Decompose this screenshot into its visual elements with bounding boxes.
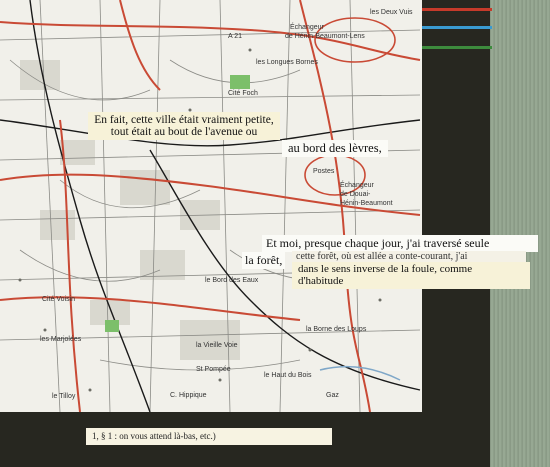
text-strip-3: Et moi, presque chaque jour, j'ai traver… (262, 235, 538, 252)
map-label-borne-loups: la Borne des Loups (306, 326, 367, 333)
map-label-st-pompee: St Pompée (196, 366, 231, 373)
map-label-henin: de Hénin-Beaumont-Lens (285, 33, 365, 40)
text-line-5-over: cette forêt, où est allée a conte-couran… (296, 251, 468, 262)
map-label-postes: Postes (313, 168, 335, 175)
street-map: A 21 Échangeur de Hénin-Beaumont-Lens le… (0, 0, 422, 412)
map-label-cite-foch: Cité Foch (228, 90, 258, 97)
text-strip-1: En fait, cette ville était vraiment peti… (88, 112, 280, 141)
map-label-gaz: Gaz (326, 392, 339, 399)
text-strip-2: au bord des lèvres, (282, 140, 388, 158)
map-label-tilloy: le Tilloy (52, 393, 76, 400)
text-line-3: au bord des lèvres, (288, 141, 382, 155)
text-line-4: Et moi, presque chaque jour, j'ai traver… (266, 236, 490, 250)
text-line-6a: dans le sens inverse de la foule, comme (298, 263, 473, 275)
text-strip-4: la forêt, (242, 252, 286, 269)
green-fabric-panel (490, 0, 550, 467)
map-label-deux-vuis: les Deux Vuis (370, 9, 413, 16)
map-label-echangeur: Échangeur (290, 24, 324, 31)
text-line-6b: d'habitude (298, 274, 344, 287)
map-label-echangeur-2: Échangeur (340, 182, 374, 189)
map-label-marjolees: les Marjolées (40, 336, 82, 343)
map-label-douai: de Douai- (340, 191, 371, 198)
map-label-a21: A 21 (228, 33, 243, 40)
blue-stripe (420, 26, 492, 29)
text-line-2: tout était au bout de l'avenue ou (110, 126, 258, 139)
map-label-cite-voisin: Cité Voisin (42, 296, 76, 303)
map-label-bord-eaux: le Bord des Eaux (205, 277, 259, 284)
green-stripe (420, 46, 492, 49)
map-label-longues: les Longues Bornes (256, 59, 318, 66)
map-label-vieille-voie: la Vieille Voie (196, 342, 238, 349)
red-stripe (420, 8, 492, 11)
footnote-strip: 1, § 1 : on vous attend là-bas, etc.) (86, 428, 332, 445)
map-label-henin-2: Hénin-Beaumont (340, 200, 393, 207)
text-strip-6: dans le sens inverse de la foule, comme … (292, 262, 530, 290)
text-line-5: la forêt, (245, 253, 283, 267)
map-label-haut-bois: le Haut du Bois (264, 372, 312, 379)
map-label-hippique: C. Hippique (170, 392, 207, 399)
collage-canvas: A 21 Échangeur de Hénin-Beaumont-Lens le… (0, 0, 550, 467)
text-line-1: En fait, cette ville était vraiment peti… (94, 114, 274, 126)
